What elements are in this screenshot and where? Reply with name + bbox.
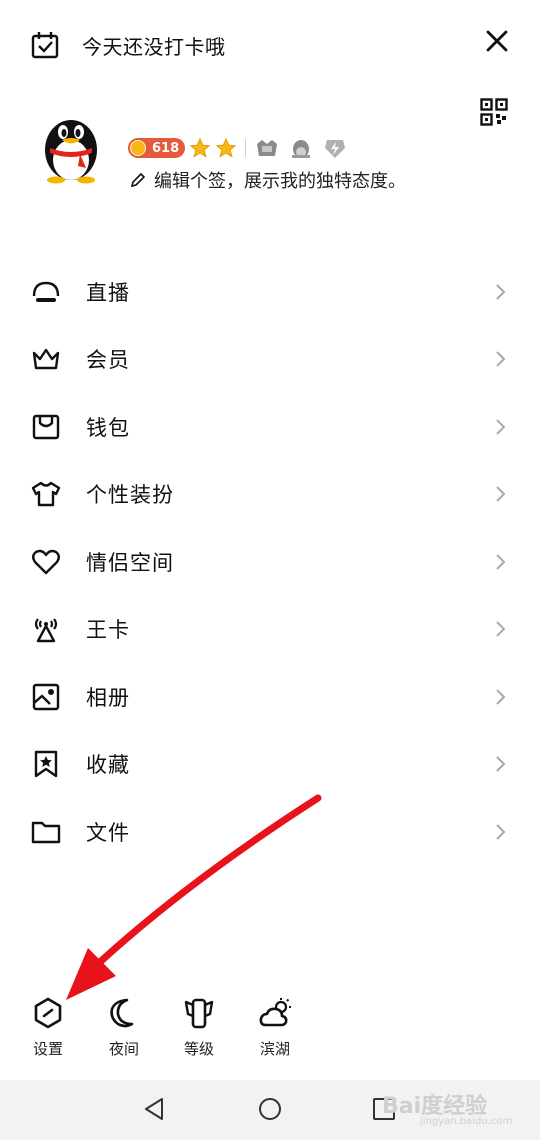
pencil-icon [130,172,146,188]
live-icon [30,276,62,308]
night-mode-button[interactable]: 夜间 [96,996,152,1059]
menu-label: 会员 [86,348,130,373]
photo-album-icon [30,681,62,713]
close-icon [486,30,508,52]
menu-label: 相册 [86,685,130,710]
penguin-avatar-icon [45,120,97,184]
coin-icon [130,140,146,156]
chevron-right-icon [496,621,506,637]
checkin-row[interactable]: 今天还没打卡哦 [30,28,226,62]
chevron-right-icon [496,554,506,570]
bottom-label: 设置 [32,1040,63,1058]
menu-item-couple-space[interactable]: 情侣空间 [0,528,540,596]
heart-icon [30,546,62,578]
chevron-right-icon [496,419,506,435]
chevron-right-icon [496,351,506,367]
menu-item-personalize[interactable]: 个性装扮 [0,461,540,529]
weather-cloud-sun-icon [259,998,291,1027]
vip-level: 618 [152,140,180,156]
moon-icon [110,998,134,1028]
settings-hexagon-icon [34,997,62,1029]
signature-text: 编辑个签，展示我的独特态度。 [154,171,406,192]
weather-button[interactable]: 滨湖 [247,996,303,1059]
menu-item-files[interactable]: 文件 [0,798,540,866]
close-button[interactable] [480,24,514,58]
tshirt-icon [30,478,62,510]
lightning-medal-icon [325,140,346,158]
bottom-label: 滨湖 [259,1040,290,1058]
menu-item-membership[interactable]: 会员 [0,326,540,394]
star-icon [189,137,211,158]
level-badges[interactable]: 618 [128,135,356,161]
antenna-icon [30,613,62,645]
bookmark-star-icon [30,748,62,780]
chevron-right-icon [496,756,506,772]
calendar-check-icon [31,32,59,59]
qr-code-icon [480,98,508,126]
menu-item-album[interactable]: 相册 [0,663,540,731]
menu-item-live[interactable]: 直播 [0,258,540,326]
badge-divider [245,139,247,157]
signature-row[interactable]: 编辑个签，展示我的独特态度。 [130,168,406,192]
vip-badge: 618 [128,138,186,158]
penguin-medal-icon [292,140,311,158]
menu-label: 王卡 [86,618,130,643]
avatar[interactable] [38,110,104,184]
drawer-menu: 直播 会员 钱包 个性装扮 情侣空间 王卡 相册 收藏 文件 [0,258,540,866]
bottom-label: 夜间 [108,1040,139,1058]
chevron-right-icon [496,824,506,840]
chevron-right-icon [496,689,506,705]
watermark-url: jingyan.baidu.com [420,1116,513,1127]
menu-item-king-card[interactable]: 王卡 [0,596,540,664]
menu-label: 钱包 [86,415,130,440]
folder-icon [30,816,62,848]
star-icon [215,137,237,158]
chevron-right-icon [496,284,506,300]
menu-label: 个性装扮 [86,483,174,508]
wallet-icon [30,411,62,443]
chevron-right-icon [496,486,506,502]
back-triangle-icon[interactable] [140,1094,170,1124]
bottom-label: 等级 [183,1040,214,1058]
menu-label: 收藏 [86,753,130,778]
bottom-actions: 设置 夜间 等级 滨湖 [0,996,540,1066]
menu-label: 情侣空间 [86,550,174,575]
menu-label: 文件 [86,820,130,845]
menu-label: 直播 [86,280,130,305]
home-circle-icon[interactable] [255,1094,285,1124]
crown-icon [30,343,62,375]
level-button[interactable]: 等级 [171,996,227,1059]
checkin-text: 今天还没打卡哦 [82,34,226,59]
menu-item-favorites[interactable]: 收藏 [0,731,540,799]
level-icon [184,998,214,1029]
settings-button[interactable]: 设置 [20,996,76,1059]
qr-code-button[interactable] [480,98,512,130]
crown-medal-icon [257,140,278,156]
menu-item-wallet[interactable]: 钱包 [0,393,540,461]
